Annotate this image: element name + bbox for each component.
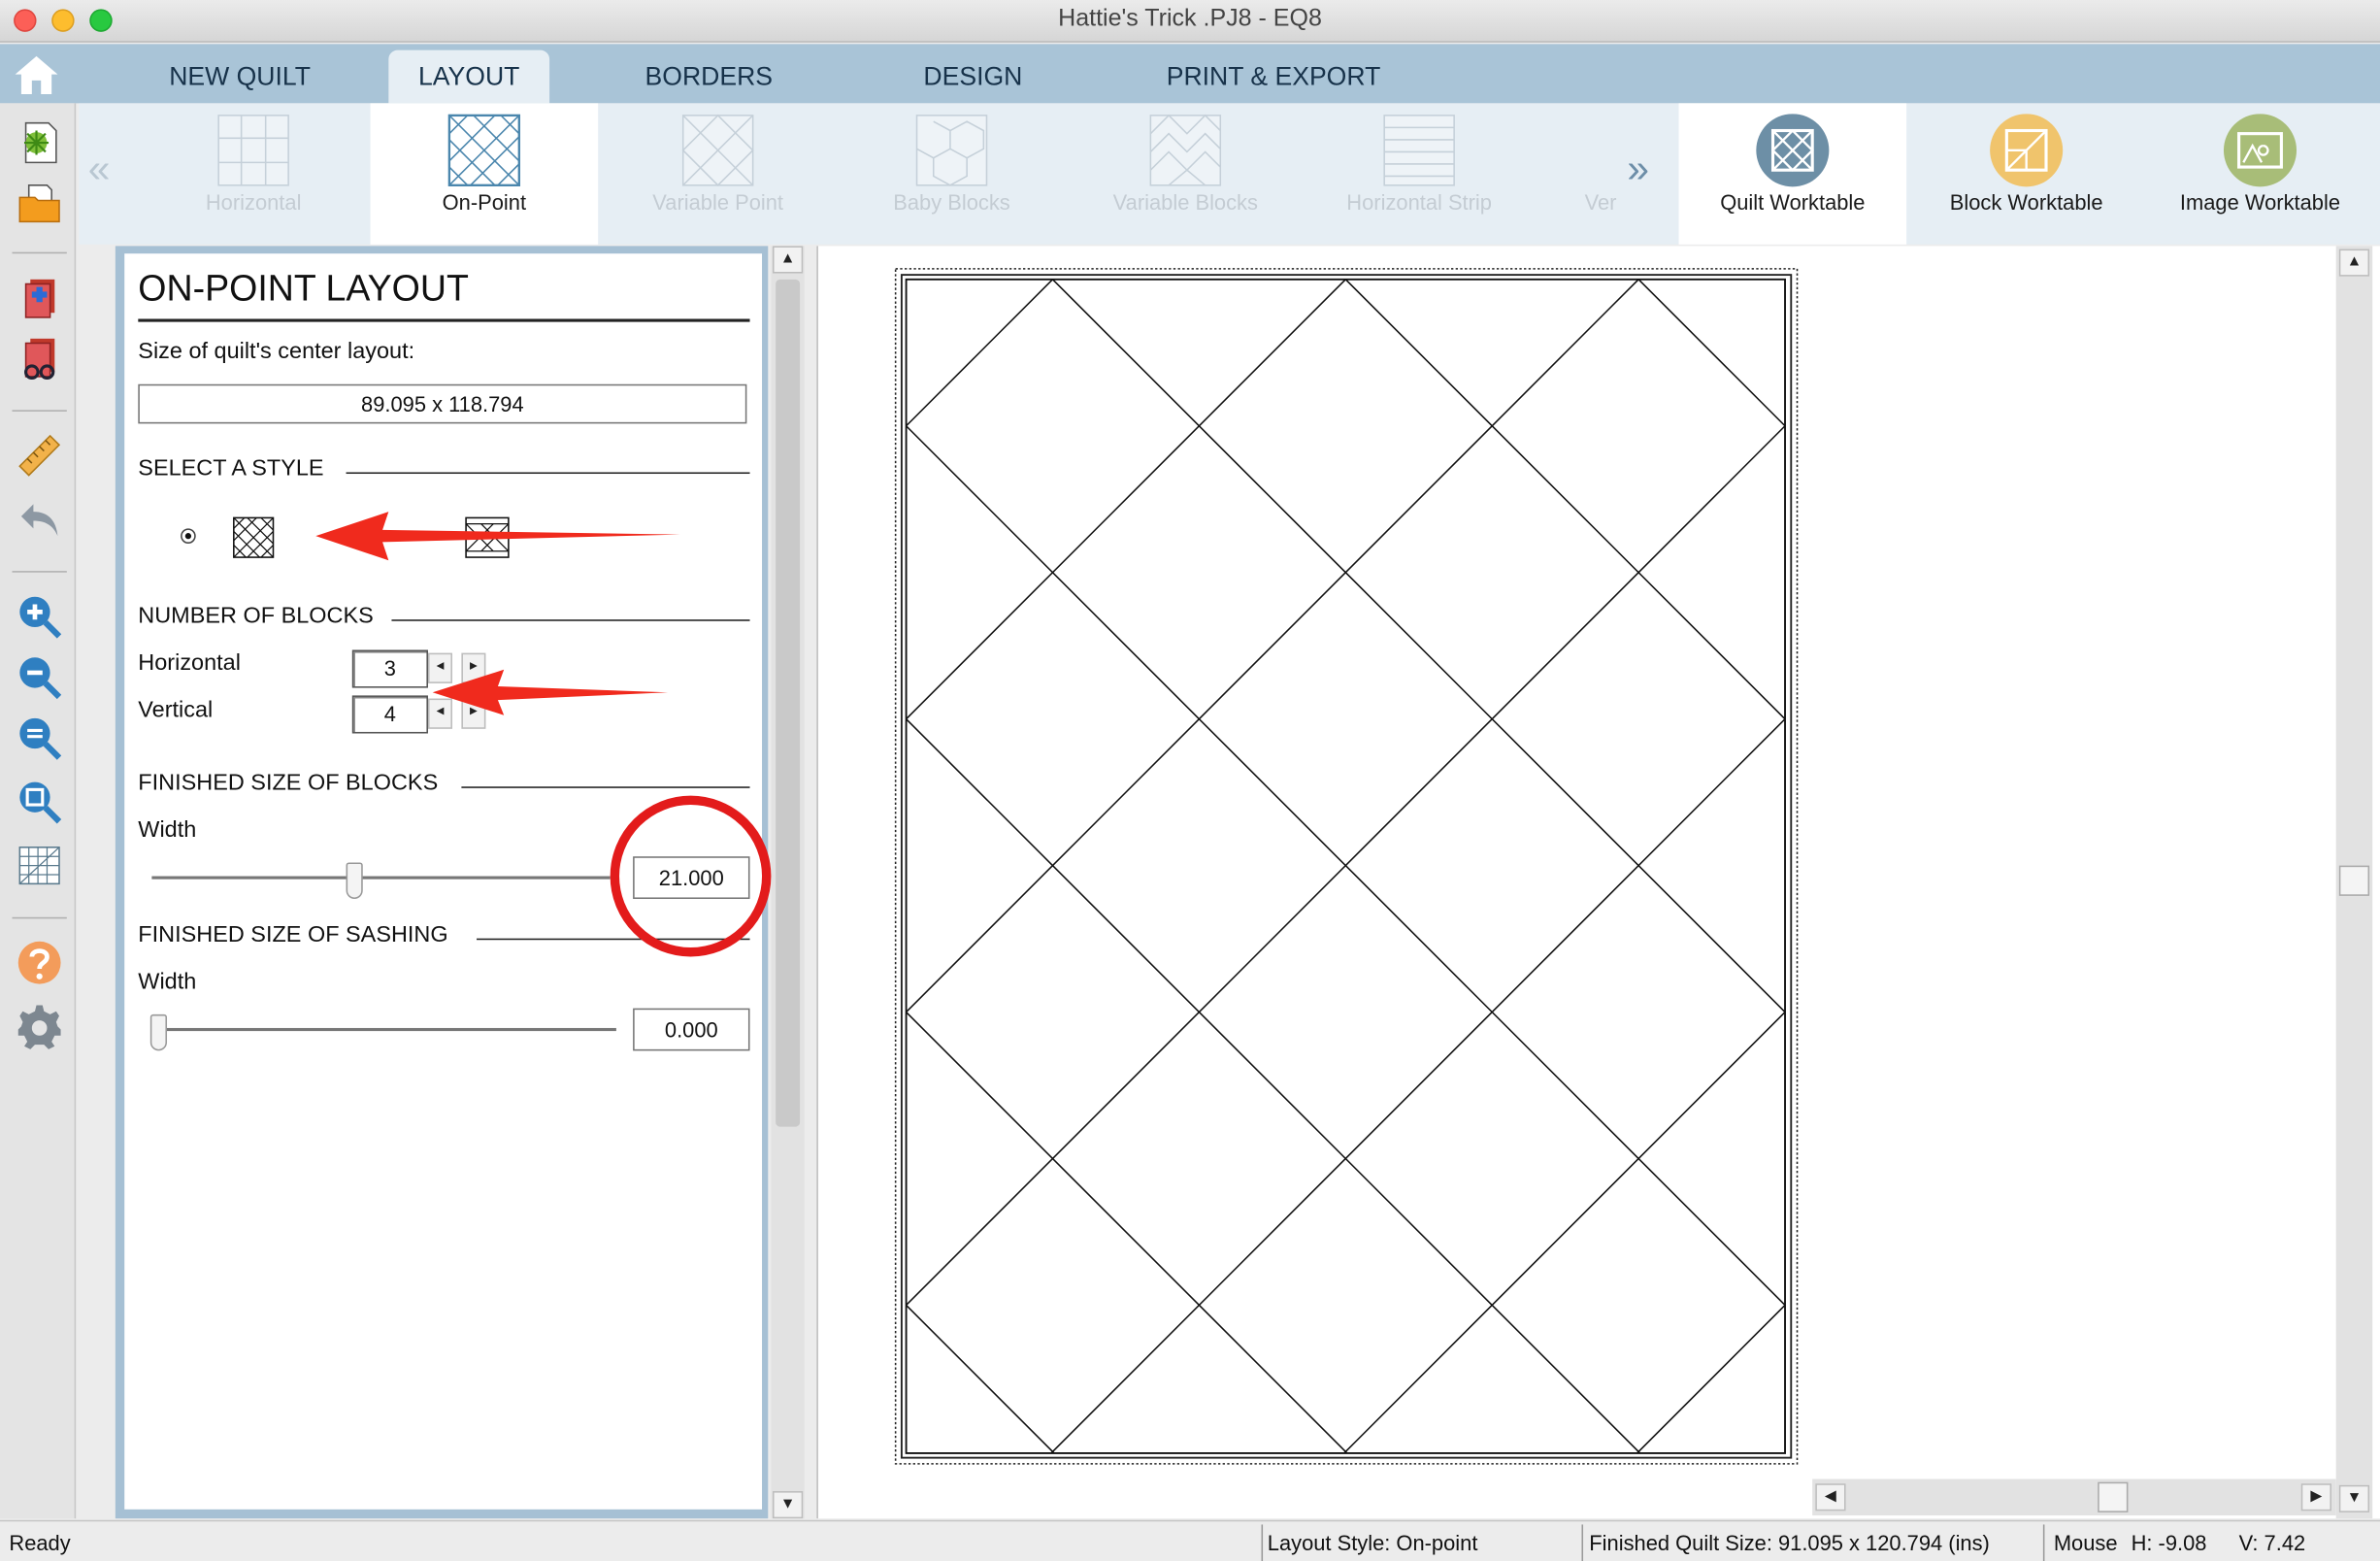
canvas-hscroll-thumb[interactable] <box>2098 1481 2129 1512</box>
status-bar: Ready Layout Style: On-point Finished Qu… <box>0 1519 2380 1561</box>
canvas-vertical-scrollbar[interactable]: ▲ ▼ <box>2335 246 2373 1519</box>
canvas-scroll-right-button[interactable]: ▶ <box>2300 1483 2331 1511</box>
status-ready: Ready <box>9 1530 71 1555</box>
canvas-scroll-down-button[interactable]: ▼ <box>2338 1484 2370 1512</box>
status-finished-size: Finished Quilt Size: 91.095 x 120.794 (i… <box>1589 1530 1990 1555</box>
canvas-horizontal-scrollbar[interactable]: ◀ ▶ <box>1812 1478 2336 1516</box>
quilt-canvas[interactable]: ▲ ▼ ◀ ▶ <box>816 246 2380 1519</box>
quilt-drawing[interactable] <box>894 267 1799 1467</box>
status-layout-style: Layout Style: On-point <box>1267 1530 1478 1555</box>
canvas-vscroll-thumb[interactable] <box>2338 865 2370 896</box>
status-mouse-h: H: -9.08 <box>2131 1530 2207 1555</box>
canvas-scroll-left-button[interactable]: ◀ <box>1815 1483 1846 1511</box>
annotation-arrow-style <box>315 512 680 561</box>
canvas-scroll-up-button[interactable]: ▲ <box>2338 249 2370 277</box>
status-mouse-v: V: 7.42 <box>2238 1530 2306 1555</box>
annotation-arrow-blocks <box>432 669 669 715</box>
status-mouse-label: Mouse <box>2053 1530 2118 1555</box>
annotation-circle <box>610 795 772 957</box>
